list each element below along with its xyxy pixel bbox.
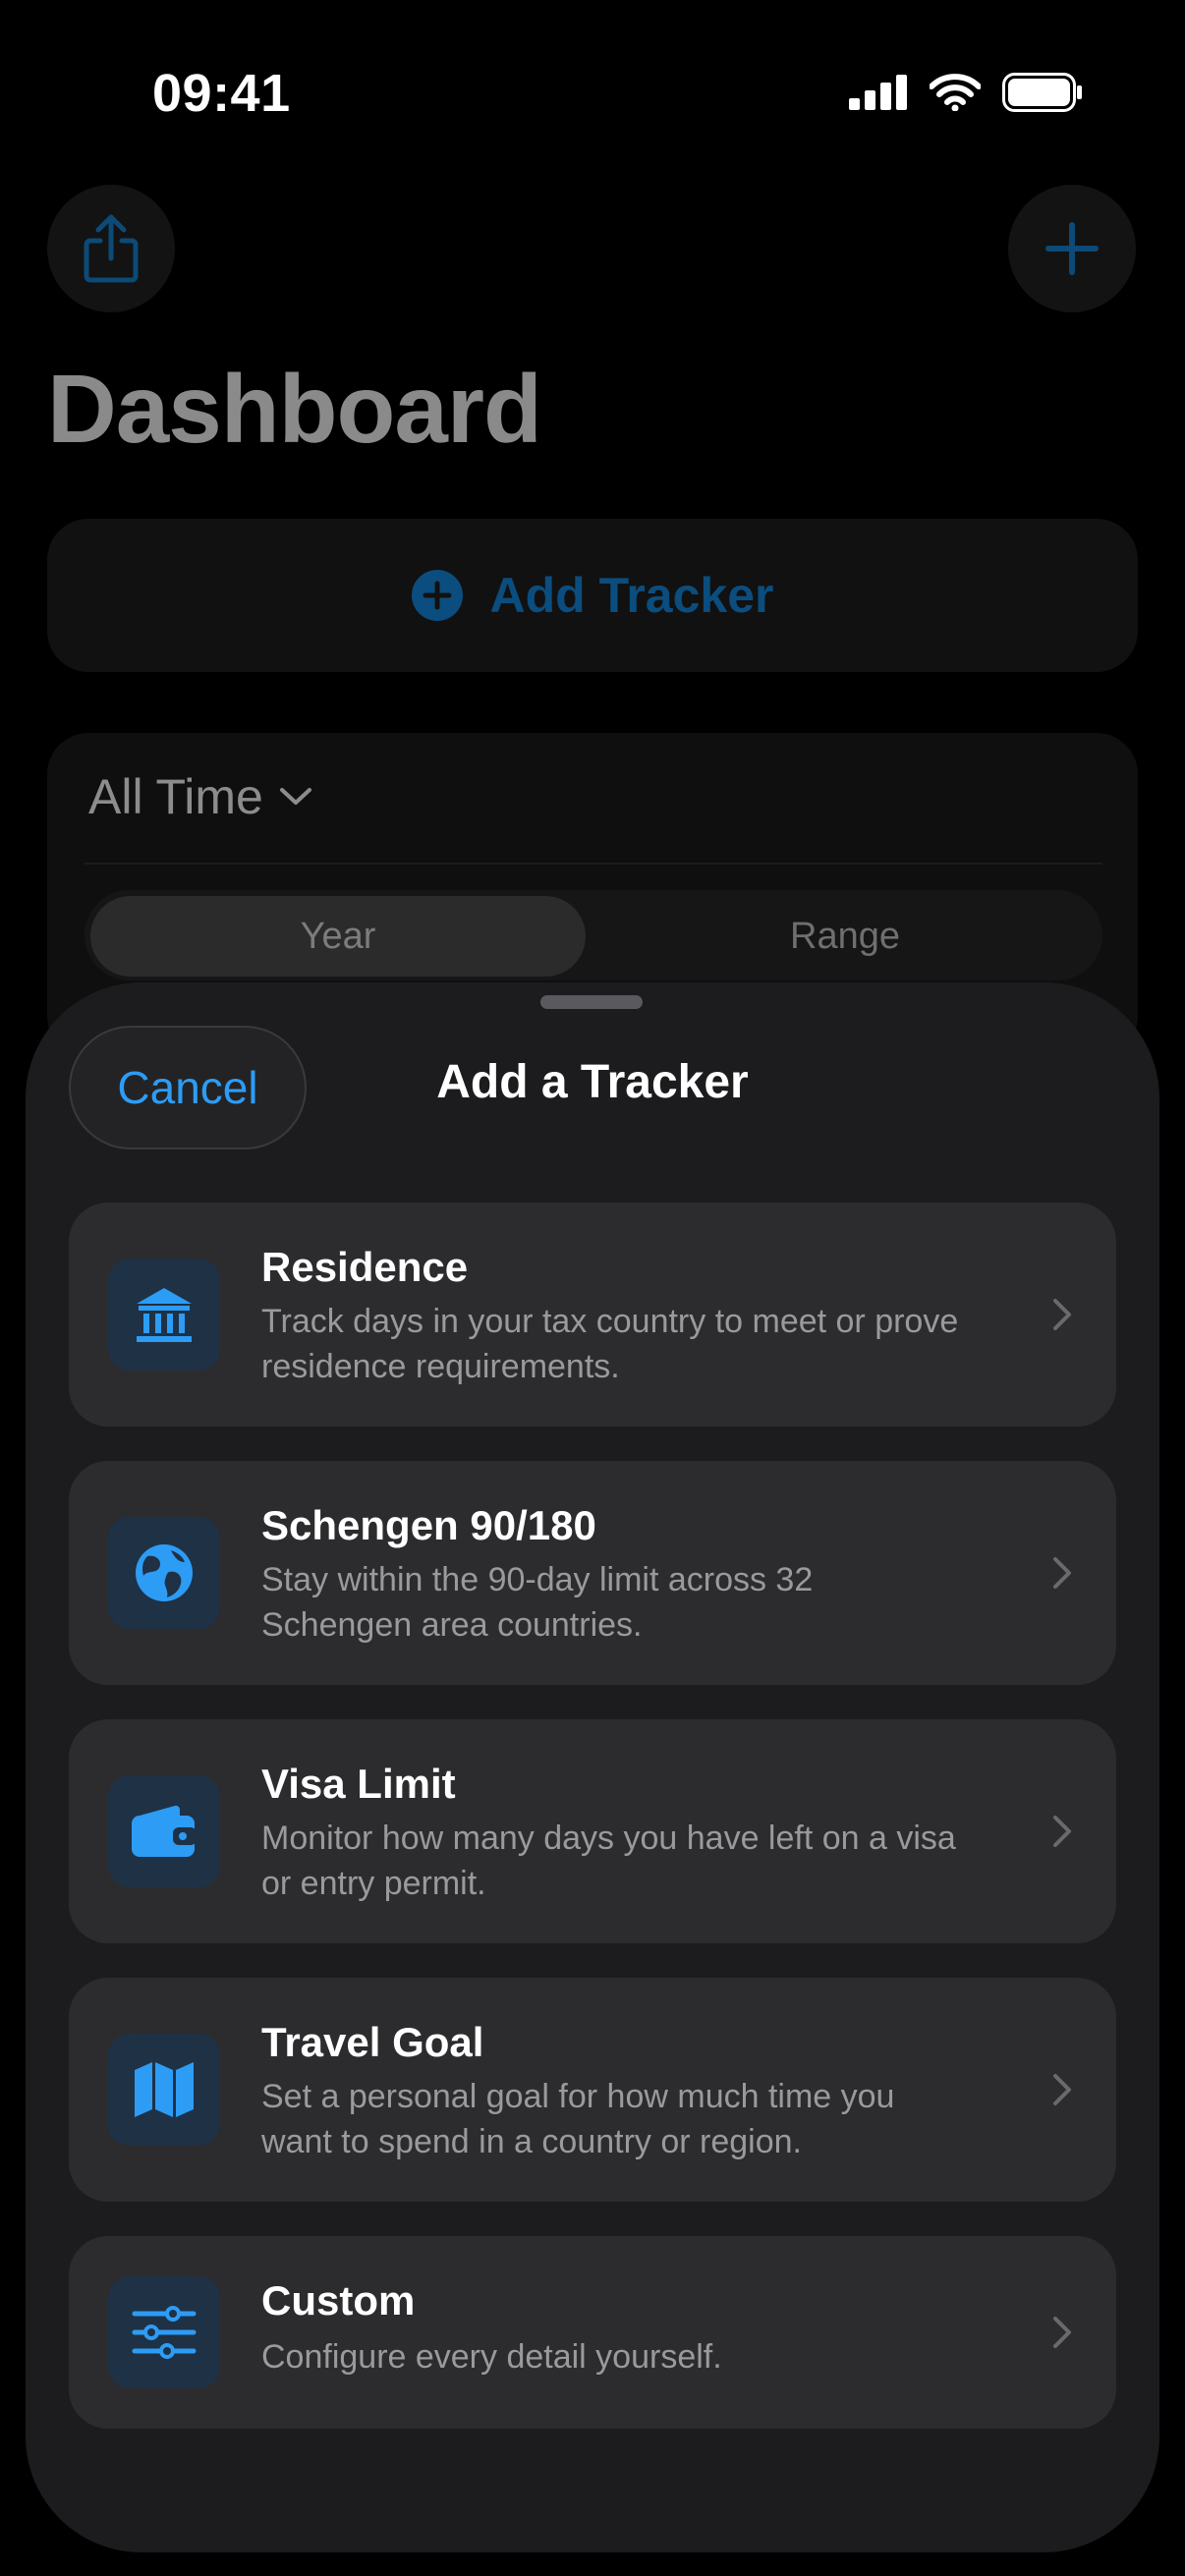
- map-icon: [135, 2062, 194, 2117]
- tracker-option-travel-goal[interactable]: Travel Goal Set a personal goal for how …: [69, 1978, 1116, 2202]
- row-icon-tile: [108, 1517, 220, 1629]
- bank-icon: [137, 1288, 192, 1342]
- option-description: Monitor how many days you have left on a…: [261, 1820, 956, 1902]
- divider: [85, 863, 1102, 865]
- option-title: Schengen 90/180: [261, 1502, 596, 1548]
- option-title: Travel Goal: [261, 2019, 484, 2065]
- row-icon-tile: [108, 1775, 220, 1887]
- option-description: Stay within the 90-day limit across 32 S…: [261, 1561, 814, 1644]
- status-time: 09:41: [152, 64, 291, 123]
- chevron-right-icon: [1053, 1299, 1071, 1330]
- period-selector[interactable]: All Time: [88, 768, 312, 825]
- cancel-button[interactable]: Cancel: [69, 1026, 307, 1149]
- tracker-option-visa-limit[interactable]: Visa Limit Monitor how many days you hav…: [69, 1719, 1116, 1943]
- tracker-option-schengen[interactable]: Schengen 90/180 Stay within the 90-day l…: [69, 1461, 1116, 1685]
- wallet-icon: [132, 1805, 197, 1857]
- option-title: Custom: [261, 2277, 416, 2324]
- row-icon-tile: [108, 1259, 220, 1371]
- tracker-option-custom[interactable]: Custom Configure every detail yourself.: [69, 2236, 1116, 2429]
- chevron-right-icon: [1053, 2317, 1071, 2348]
- add-tracker-label: Add Tracker: [489, 568, 774, 623]
- chevron-right-icon: [1053, 2074, 1071, 2105]
- globe-icon: [136, 1544, 193, 1601]
- option-description: Configure every detail yourself.: [261, 2338, 722, 2376]
- tracker-option-residence[interactable]: Residence Track days in your tax country…: [69, 1203, 1116, 1427]
- plus-circle-icon: [412, 570, 464, 621]
- page-title: Dashboard: [47, 355, 542, 463]
- sheet-title: Add a Tracker: [436, 1056, 749, 1108]
- period-label: All Time: [88, 769, 263, 824]
- chevron-right-icon: [1053, 1816, 1071, 1847]
- option-description: Set a personal goal for how much time yo…: [261, 2078, 895, 2160]
- status-icons: [849, 73, 1083, 112]
- add-button[interactable]: [1008, 185, 1136, 312]
- option-description: Track days in your tax country to meet o…: [261, 1303, 959, 1385]
- segment-year[interactable]: Year: [90, 896, 586, 977]
- cellular-signal-icon: [849, 75, 907, 110]
- sliders-icon: [132, 2306, 197, 2359]
- sheet-grabber[interactable]: [540, 995, 643, 1009]
- share-button[interactable]: [47, 185, 175, 312]
- battery-icon: [1002, 73, 1082, 112]
- plus-icon: [1045, 222, 1099, 275]
- share-icon: [84, 214, 139, 283]
- chevron-right-icon: [1053, 1557, 1071, 1589]
- chevron-down-icon: [279, 788, 311, 805]
- option-title: Residence: [261, 1244, 469, 1290]
- add-tracker-button[interactable]: Add Tracker: [47, 519, 1138, 672]
- segment-range[interactable]: Range: [590, 896, 1100, 977]
- wifi-icon: [930, 74, 981, 111]
- row-icon-tile: [108, 2034, 220, 2146]
- row-icon-tile: [108, 2276, 220, 2388]
- option-title: Visa Limit: [261, 1761, 456, 1807]
